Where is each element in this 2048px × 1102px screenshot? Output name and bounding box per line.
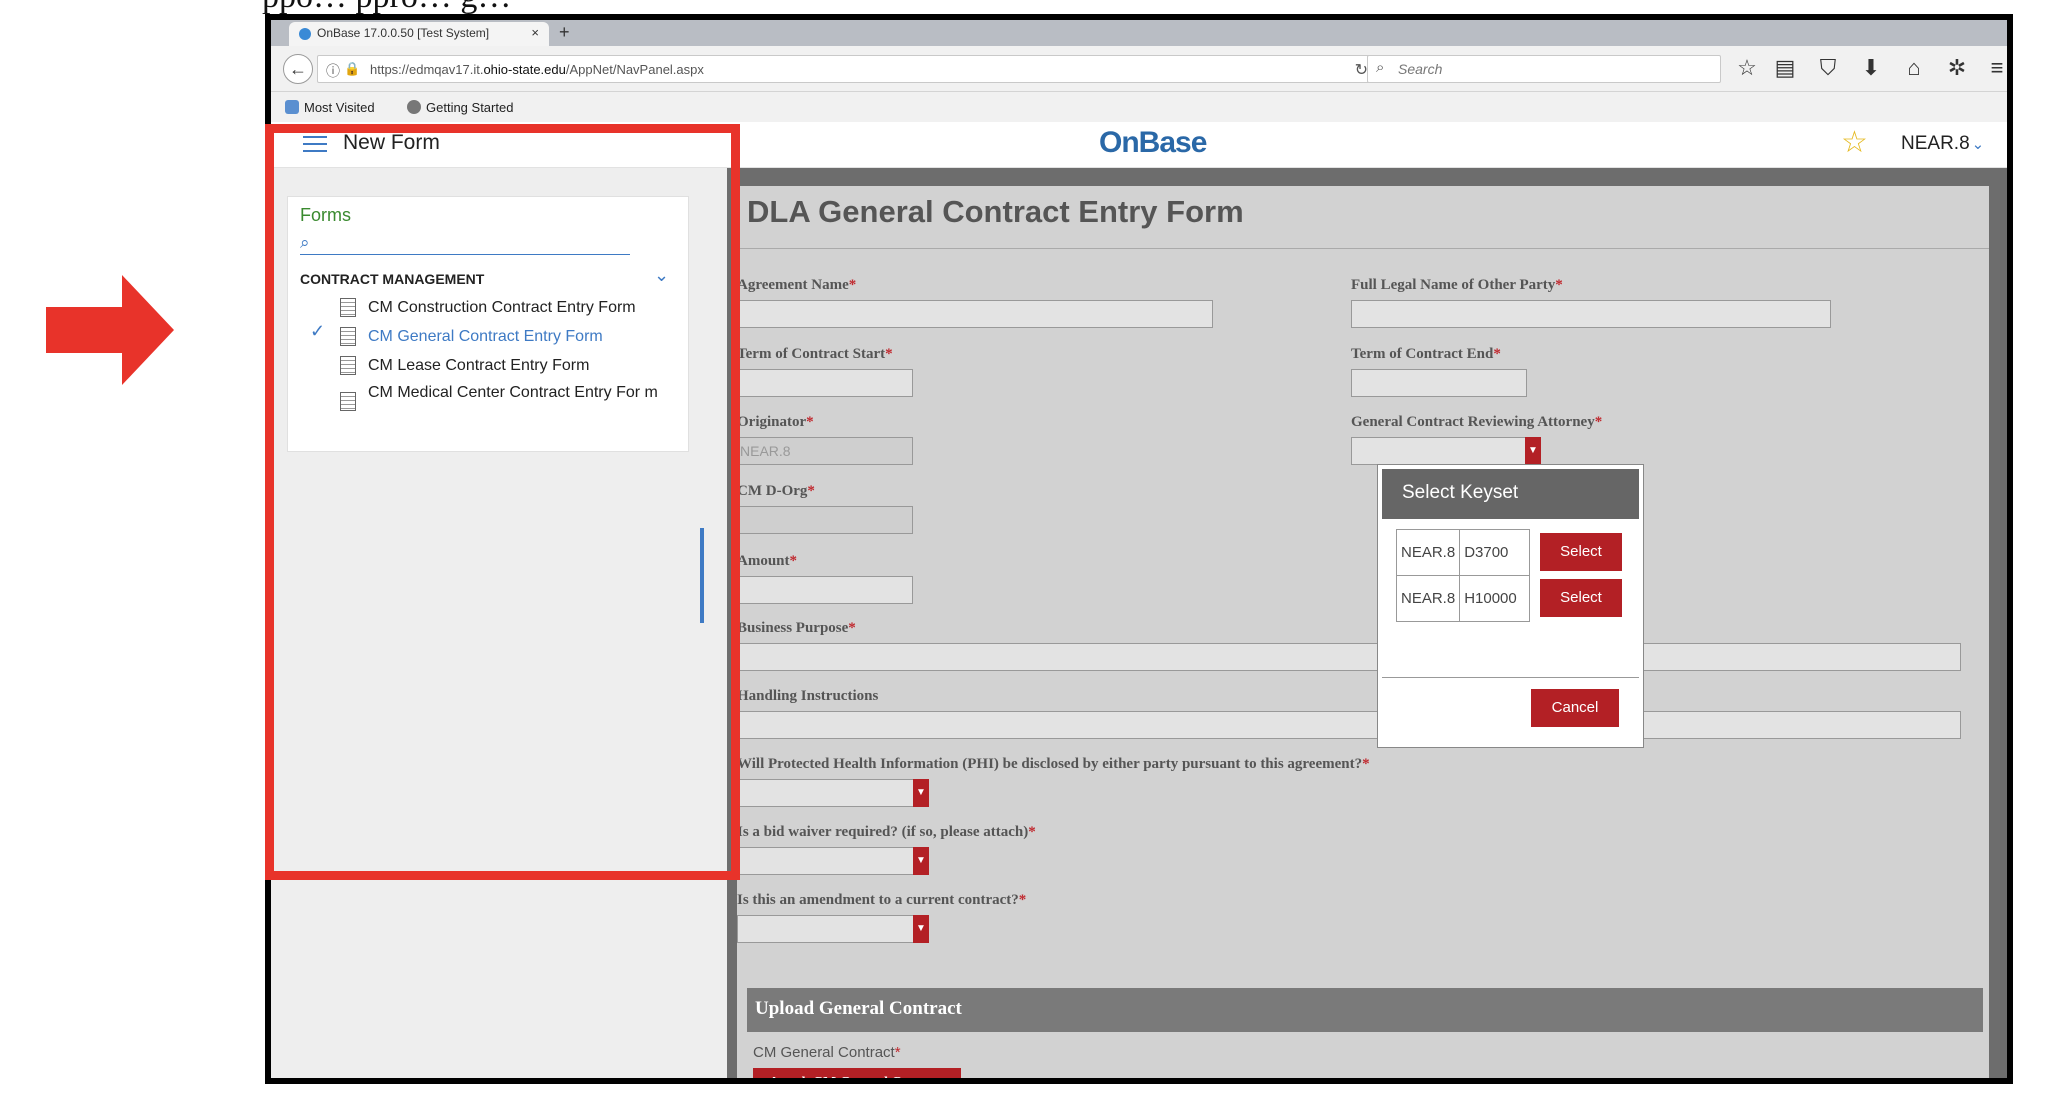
- tab-strip: OnBase 17.0.0.50 [Test System] × +: [271, 20, 2007, 46]
- term-end-label: Term of Contract End*: [1351, 346, 1501, 362]
- business-purpose-field[interactable]: [737, 643, 1961, 671]
- search-input[interactable]: ⌕ Search: [1367, 55, 1721, 83]
- term-start-field[interactable]: [737, 369, 913, 397]
- attach-contract-button[interactable]: Attach CM General Contract: [753, 1068, 962, 1078]
- bookmark-most-visited[interactable]: Most Visited: [285, 100, 375, 115]
- highlight-box: [265, 124, 740, 880]
- keyset-user-cell: NEAR.8: [1395, 529, 1461, 576]
- onbase-logo: OnBase: [1099, 126, 1207, 159]
- cm-dorg-field[interactable]: [737, 506, 913, 534]
- term-start-label: Term of Contract Start*: [737, 346, 893, 362]
- handling-instructions-field[interactable]: [737, 711, 1961, 739]
- divider: [1382, 677, 1639, 678]
- chevron-down-icon: ⌄: [1971, 136, 1985, 153]
- dropdown-arrow-icon: ▼: [913, 847, 929, 875]
- hamburger-menu-icon[interactable]: ≡: [1983, 55, 2007, 81]
- handling-instructions-label: Handling Instructions: [737, 688, 879, 704]
- close-tab-icon[interactable]: ×: [531, 25, 539, 40]
- search-icon: ⌕: [1376, 59, 1385, 76]
- business-purpose-label: Business Purpose*: [737, 620, 856, 636]
- full-legal-name-field[interactable]: [1351, 300, 1831, 328]
- dropdown-arrow-icon: ▼: [1525, 437, 1541, 465]
- amendment-label: Is this an amendment to a current contra…: [737, 892, 1027, 908]
- lock-icon: 🔒: [344, 61, 361, 76]
- reviewing-attorney-select[interactable]: ▼: [1351, 437, 1541, 465]
- pocket-icon[interactable]: ⛉: [1814, 55, 1842, 81]
- most-visited-icon: [285, 100, 299, 114]
- divider: [737, 248, 1989, 249]
- bid-waiver-label: Is a bid waiver required? (if so, please…: [737, 824, 1036, 840]
- red-arrow-icon: [46, 275, 174, 385]
- url-path: /AppNet/NavPanel.aspx: [565, 62, 704, 77]
- upload-section-header: Upload General Contract: [747, 988, 1983, 1032]
- amendment-select[interactable]: ▼: [737, 915, 929, 943]
- bookmarks-toolbar: Most Visited Getting Started: [271, 92, 2007, 122]
- upload-field-label: CM General Contract*: [753, 1044, 901, 1061]
- select-keyset-dialog: Select Keyset NEAR.8 D3700 NEAR.8 H10000…: [1377, 464, 1644, 748]
- dropdown-arrow-icon: ▼: [913, 915, 929, 943]
- originator-label: Originator*: [737, 414, 814, 430]
- address-bar[interactable]: ⓘ 🔒 https://edmqav17.it.ohio-state.edu/A…: [317, 55, 1377, 83]
- table-row: NEAR.8 D3700: [1395, 529, 1531, 576]
- home-icon[interactable]: ⌂: [1900, 55, 1928, 81]
- agreement-name-label: Agreement Name*: [737, 277, 857, 293]
- dropdown-arrow-icon: ▼: [913, 779, 929, 807]
- full-legal-name-label: Full Legal Name of Other Party*: [1351, 277, 1563, 293]
- back-arrow-icon[interactable]: ←: [283, 54, 313, 84]
- new-tab-icon[interactable]: +: [559, 22, 570, 43]
- amount-label: Amount*: [737, 553, 798, 569]
- table-row: NEAR.8 H10000: [1395, 575, 1531, 622]
- keyset-user-cell: NEAR.8: [1395, 575, 1461, 622]
- keyset-value-cell: D3700: [1459, 529, 1531, 576]
- search-placeholder: Search: [1398, 61, 1443, 77]
- cm-dorg-label: CM D-Org*: [737, 483, 815, 499]
- reload-icon[interactable]: ↻: [1355, 60, 1368, 80]
- form-page: DLA General Contract Entry Form Agreemen…: [737, 186, 1989, 1078]
- bid-waiver-select[interactable]: ▼: [737, 847, 929, 875]
- originator-field: NEAR.8: [737, 437, 913, 465]
- onbase-favicon-icon: [299, 28, 311, 40]
- tab-title: OnBase 17.0.0.50 [Test System]: [317, 26, 490, 40]
- url-host: ohio-state.edu: [483, 62, 566, 77]
- agreement-name-field[interactable]: [737, 300, 1213, 328]
- dialog-title: Select Keyset: [1382, 469, 1639, 519]
- phi-select[interactable]: ▼: [737, 779, 929, 807]
- globe-icon: [407, 100, 421, 114]
- phi-question-label: Will Protected Health Information (PHI) …: [737, 756, 1370, 772]
- cancel-button[interactable]: Cancel: [1531, 689, 1619, 727]
- amount-field[interactable]: [737, 576, 913, 604]
- extension-icon[interactable]: ✲: [1943, 55, 1971, 81]
- favorite-star-icon[interactable]: ☆: [1841, 125, 1868, 160]
- reviewing-attorney-label: General Contract Reviewing Attorney*: [1351, 414, 1603, 430]
- keyset-value-cell: H10000: [1459, 575, 1531, 622]
- browser-tab[interactable]: OnBase 17.0.0.50 [Test System] ×: [289, 22, 549, 46]
- select-keyset-button[interactable]: Select: [1540, 533, 1622, 571]
- reading-list-icon[interactable]: ▤: [1771, 55, 1799, 81]
- url-prefix: https://edmqav17.it.: [370, 62, 484, 77]
- user-menu[interactable]: NEAR.8 ⌄: [1901, 133, 1984, 155]
- bookmark-getting-started[interactable]: Getting Started: [407, 100, 513, 115]
- term-end-field[interactable]: [1351, 369, 1527, 397]
- user-name: NEAR.8: [1901, 133, 1970, 154]
- bookmark-star-icon[interactable]: ☆: [1733, 55, 1761, 81]
- navigation-bar: ← ⓘ 🔒 https://edmqav17.it.ohio-state.edu…: [271, 46, 2007, 92]
- select-keyset-button[interactable]: Select: [1540, 579, 1622, 617]
- download-icon[interactable]: ⬇: [1857, 55, 1885, 81]
- info-icon[interactable]: ⓘ: [326, 61, 340, 81]
- form-title: DLA General Contract Entry Form: [747, 194, 1244, 229]
- keyset-table: NEAR.8 D3700 NEAR.8 H10000: [1395, 529, 1531, 622]
- form-area: DLA General Contract Entry Form Agreemen…: [727, 168, 2007, 1078]
